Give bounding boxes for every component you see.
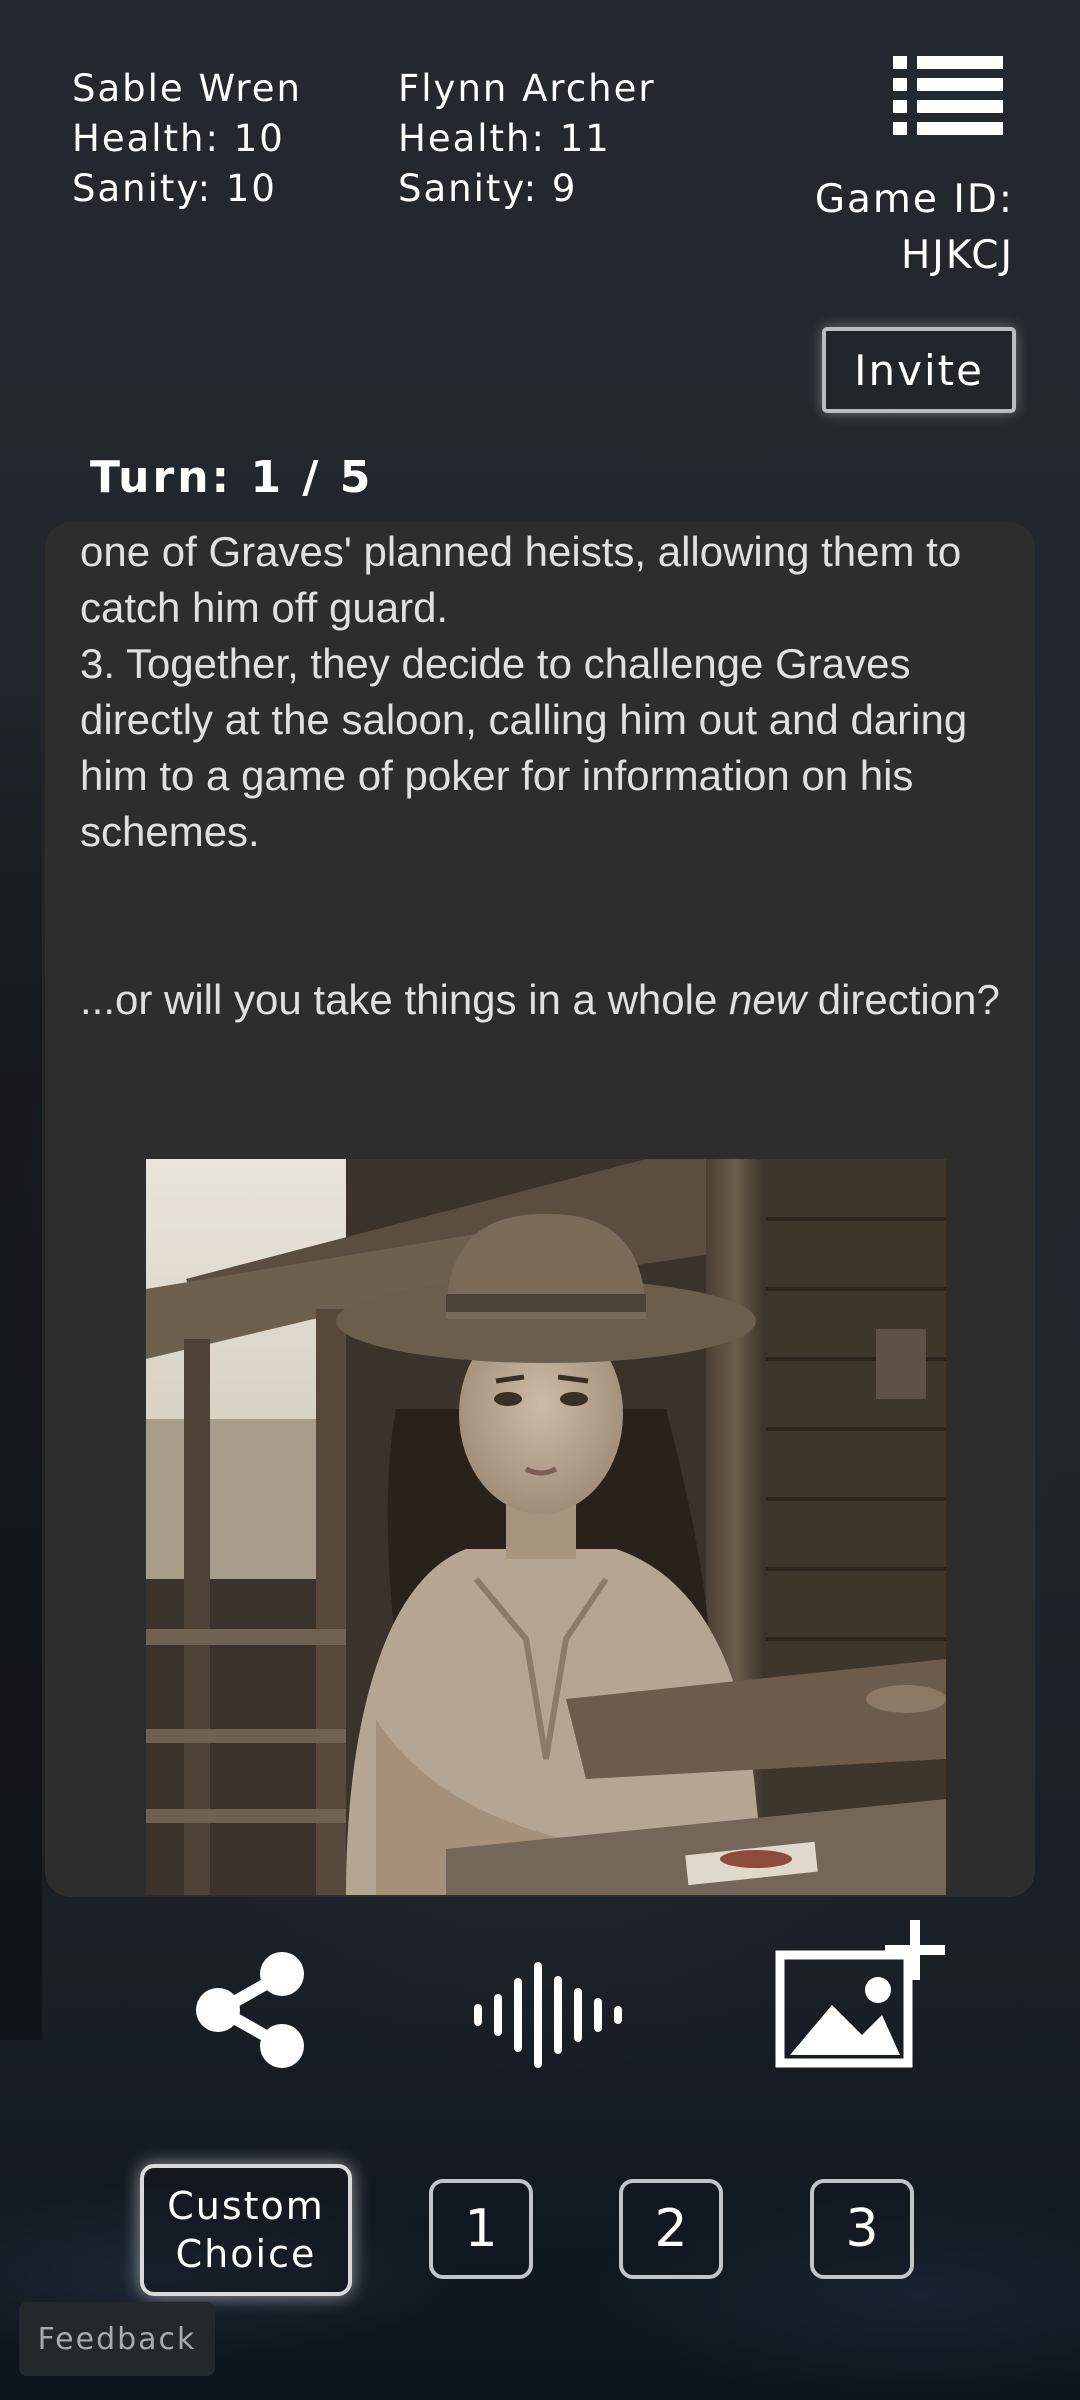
custom-choice-button[interactable]: Custom Choice [140, 2164, 352, 2296]
player-stats-1: Sable Wren Health: 10 Sanity: 10 [72, 64, 302, 214]
choice-button-2[interactable]: 2 [619, 2179, 723, 2279]
invite-button[interactable]: Invite [822, 327, 1016, 413]
custom-choice-label: Choice [175, 2232, 317, 2276]
game-id-label: Game ID: [814, 177, 1014, 222]
story-illustration [146, 1159, 946, 1895]
story-paragraph: one of Graves' planned heists, allowing … [80, 528, 962, 631]
prompt-text: ...or will you take things in a whole [80, 976, 729, 1023]
custom-choice-label: Custom [167, 2184, 325, 2228]
player-name: Sable Wren [72, 67, 302, 110]
prompt-emphasis: new [729, 976, 807, 1023]
choice-button-3[interactable]: 3 [810, 2179, 914, 2279]
player-sanity: Sanity: 9 [398, 167, 578, 210]
story-prompt: ...or will you take things in a whole ne… [80, 972, 1010, 1028]
story-panel[interactable]: one of Graves' planned heists, allowing … [45, 522, 1035, 1897]
player-health: Health: 10 [72, 117, 285, 160]
story-paragraph: 3. Together, they decide to challenge Gr… [80, 640, 968, 855]
share-icon[interactable] [190, 1950, 310, 2070]
game-id: Game ID: HJKCJ [815, 172, 1014, 284]
prompt-text: direction? [806, 976, 1000, 1023]
game-screen: Sable Wren Health: 10 Sanity: 10 Flynn A… [0, 0, 1080, 2400]
player-stats-2: Flynn Archer Health: 11 Sanity: 9 [398, 64, 656, 214]
player-name: Flynn Archer [398, 67, 656, 110]
turn-counter: Turn: 1 / 5 [90, 452, 374, 503]
player-sanity: Sanity: 10 [72, 167, 277, 210]
player-health: Health: 11 [398, 117, 611, 160]
background-tower [0, 640, 42, 2040]
feedback-button[interactable]: Feedback [19, 2302, 215, 2376]
add-image-icon[interactable] [770, 1910, 960, 2070]
menu-icon[interactable] [893, 56, 1003, 136]
choice-button-1[interactable]: 1 [429, 2179, 533, 2279]
game-id-value: HJKCJ [900, 233, 1014, 278]
story-scroll-area[interactable]: one of Graves' planned heists, allowing … [45, 522, 1035, 1897]
audio-waveform-icon[interactable] [468, 1960, 628, 2070]
story-text: one of Graves' planned heists, allowing … [80, 524, 1010, 1028]
